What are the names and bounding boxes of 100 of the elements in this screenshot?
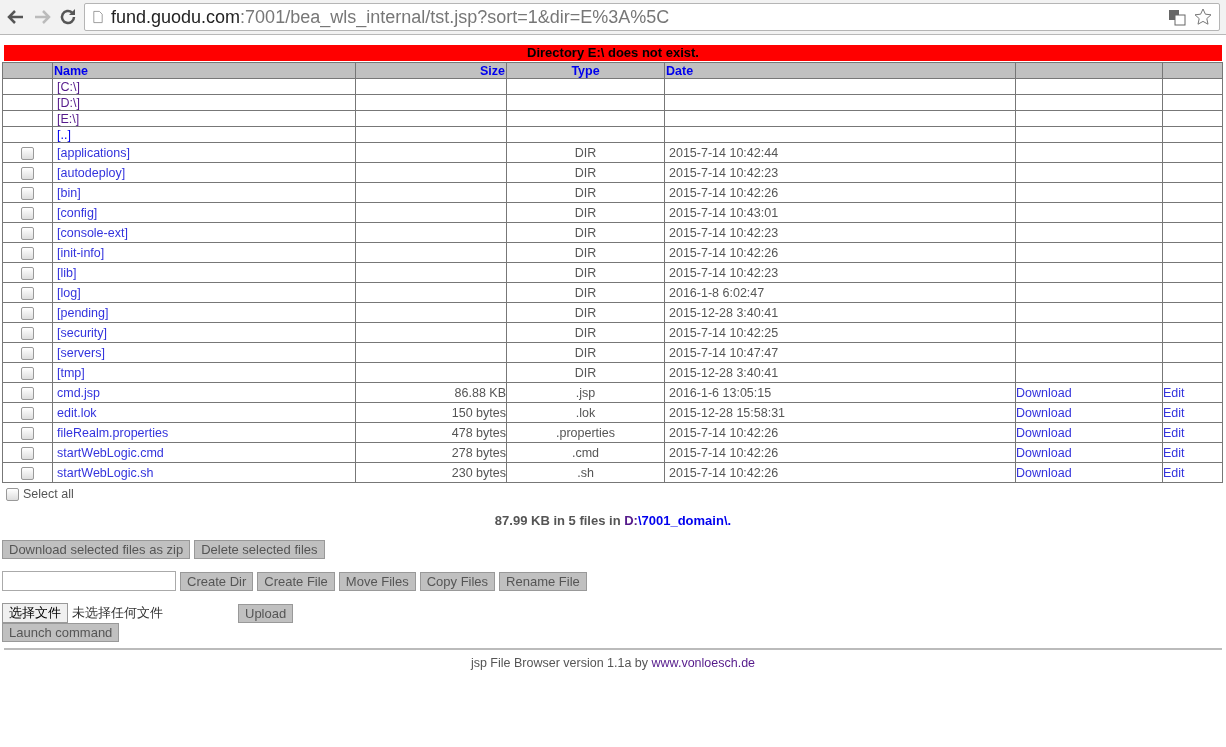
file-type: DIR [574, 365, 597, 380]
directory-link[interactable]: [tmp] [57, 365, 85, 380]
checkbox[interactable] [21, 146, 34, 160]
directory-link[interactable]: [autodeploy] [57, 165, 126, 180]
filename-input[interactable] [2, 571, 176, 591]
modified-date: 2015-7-14 10:42:44 [669, 145, 779, 160]
directory-link[interactable]: [applications] [57, 145, 130, 160]
checkbox[interactable] [21, 406, 34, 420]
checkbox[interactable] [21, 226, 34, 240]
modified-date: 2015-7-14 10:42:26 [669, 245, 779, 260]
file-size: 478 bytes [451, 425, 506, 440]
file-size: 278 bytes [451, 445, 506, 460]
action-button[interactable]: Download selected files as zip [2, 540, 191, 559]
checkbox[interactable] [21, 326, 34, 340]
upload-button[interactable]: Upload [238, 603, 294, 623]
checkbox[interactable] [21, 206, 34, 220]
file-size: 230 bytes [451, 465, 506, 480]
checkbox[interactable] [21, 166, 34, 180]
path-link[interactable]: \. [723, 513, 732, 528]
file-action-button[interactable]: Create File [257, 571, 335, 591]
url-host: fund.guodu.com [111, 6, 241, 28]
directory-link[interactable]: [servers] [57, 345, 105, 360]
file-type: .lok [575, 405, 596, 420]
file-type: DIR [574, 285, 597, 300]
directory-link[interactable]: [E:\] [57, 111, 80, 126]
footer-text: jsp File Browser version 1.1a by [470, 656, 650, 670]
file-type: .properties [555, 425, 616, 440]
file-type: .jsp [575, 385, 596, 400]
modified-date: 2015-12-28 3:40:41 [669, 305, 779, 320]
modified-date: 2016-1-6 13:05:15 [669, 385, 772, 400]
modified-date: 2015-12-28 15:58:31 [669, 405, 786, 420]
file-size: 86.88 KB [454, 385, 506, 400]
checkbox[interactable] [21, 186, 34, 200]
directory-link[interactable]: [config] [57, 205, 98, 220]
path-link[interactable]: \7001_domain [637, 513, 724, 528]
column-header[interactable]: Date [666, 63, 694, 78]
checkbox[interactable] [21, 386, 34, 400]
file-type: .cmd [571, 445, 600, 460]
directory-link[interactable]: [D:\] [57, 95, 80, 110]
checkbox[interactable] [6, 487, 19, 501]
file-type: DIR [574, 225, 597, 240]
modified-date: 2015-7-14 10:42:26 [669, 465, 779, 480]
page-icon [91, 9, 105, 25]
file-action-button[interactable]: Copy Files [419, 571, 496, 591]
column-header[interactable]: Name [54, 63, 89, 78]
directory-link[interactable]: [console-ext] [57, 225, 128, 240]
checkbox[interactable] [21, 426, 34, 440]
modified-date: 2015-7-14 10:42:26 [669, 185, 779, 200]
reload-icon[interactable] [58, 7, 78, 27]
directory-link[interactable]: [..] [57, 127, 71, 142]
modified-date: 2015-7-14 10:42:26 [669, 425, 779, 440]
file-type: DIR [574, 305, 597, 320]
choose-file-button[interactable]: 选择文件 [2, 603, 68, 623]
checkbox[interactable] [21, 366, 34, 380]
star-icon[interactable] [1193, 7, 1213, 27]
footer-link[interactable]: www.vonloesch.de [651, 656, 756, 670]
directory-link[interactable]: [log] [57, 285, 81, 300]
checkbox[interactable] [21, 306, 34, 320]
address-bar[interactable]: fund.guodu.com:7001/bea_wls_internal/tst.jsp?sort=1&dir=E%3A%5C [84, 3, 1220, 31]
directory-link[interactable]: [bin] [57, 185, 81, 200]
directory-link[interactable]: [lib] [57, 265, 77, 280]
directory-link[interactable]: [pending] [57, 305, 109, 320]
file-type: DIR [574, 145, 597, 160]
modified-date: 2015-7-14 10:47:47 [669, 345, 779, 360]
file-action-button[interactable]: Rename File [499, 571, 587, 591]
modified-date: 2015-7-14 10:42:23 [669, 225, 779, 240]
checkbox[interactable] [21, 266, 34, 280]
file-type: DIR [574, 345, 597, 360]
file-type: DIR [574, 245, 597, 260]
file-type: DIR [574, 325, 597, 340]
file-type: DIR [574, 185, 597, 200]
file-type: .sh [577, 465, 594, 480]
checkbox[interactable] [21, 246, 34, 260]
modified-date: 2015-7-14 10:42:26 [669, 445, 779, 460]
directory-link[interactable]: [init-info] [57, 245, 105, 260]
checkbox[interactable] [21, 446, 34, 460]
checkbox[interactable] [21, 466, 34, 480]
column-header[interactable]: Size [480, 63, 505, 78]
file-link[interactable]: edit.lok [57, 405, 97, 420]
path-link[interactable]: D: [624, 513, 638, 528]
no-file-label: 未选择任何文件 [72, 604, 164, 622]
directory-link[interactable]: [C:\] [57, 79, 80, 94]
launch-command-button[interactable]: Launch command [2, 623, 120, 642]
modified-date: 2015-12-28 3:40:41 [669, 365, 779, 380]
modified-date: 2015-7-14 10:42:23 [669, 265, 779, 280]
directory-link[interactable]: [security] [57, 325, 107, 340]
file-size: 150 bytes [451, 405, 506, 420]
file-action-button[interactable]: Create Dir [180, 571, 254, 591]
file-action-button[interactable]: Move Files [338, 571, 416, 591]
file-type: DIR [574, 165, 597, 180]
modified-date: 2016-1-8 6:02:47 [669, 285, 765, 300]
select-all-label: Select all [23, 487, 74, 501]
checkbox[interactable] [21, 346, 34, 360]
checkbox[interactable] [21, 286, 34, 300]
action-button[interactable]: Delete selected files [194, 540, 325, 559]
file-link[interactable]: cmd.jsp [57, 385, 101, 400]
url-path: :7001/bea_wls_internal/tst.jsp?sort=1&dir=E%3A%5C [240, 6, 670, 28]
summary-text: 87.99 KB in 5 files in [494, 513, 622, 528]
error-banner: Directory E:\ does not exist. [4, 45, 1222, 61]
column-header[interactable]: Type [571, 63, 600, 78]
